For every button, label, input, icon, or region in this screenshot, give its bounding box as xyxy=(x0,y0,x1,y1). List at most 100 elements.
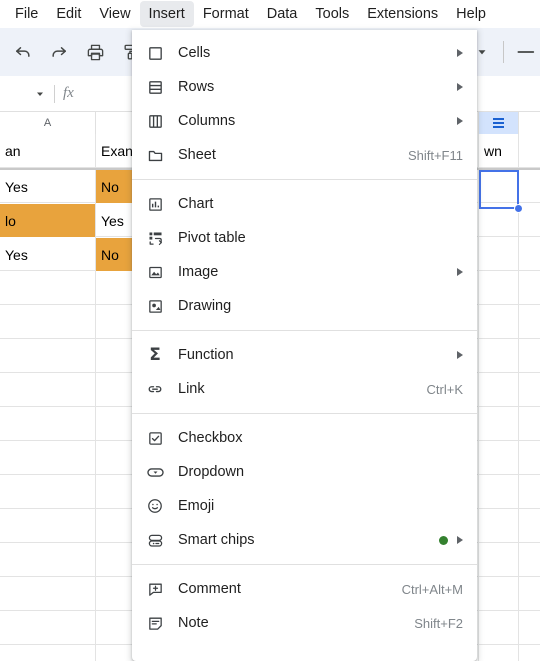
link-icon xyxy=(144,378,166,400)
menu-item-image[interactable]: Image xyxy=(132,255,477,289)
minus-icon[interactable] xyxy=(510,37,540,67)
menu-item-shortcut: Ctrl+K xyxy=(426,381,463,397)
menu-item-smart-chips[interactable]: Smart chips xyxy=(132,523,477,557)
menu-separator xyxy=(132,179,477,180)
toolbar-divider xyxy=(503,41,504,63)
column-header-a[interactable]: A xyxy=(0,112,96,134)
cell-b2[interactable]: No xyxy=(96,170,133,203)
menu-item-shortcut: Shift+F11 xyxy=(407,147,463,163)
cell-a1[interactable]: an xyxy=(0,134,95,167)
menu-item-emoji[interactable]: Emoji xyxy=(132,489,477,523)
menu-separator xyxy=(132,330,477,331)
note-icon xyxy=(144,612,166,634)
sheet-icon xyxy=(144,144,166,166)
menubar-item-help[interactable]: Help xyxy=(447,1,495,27)
print-icon[interactable] xyxy=(80,37,110,67)
chart-icon xyxy=(144,193,166,215)
menu-item-shortcut: Ctrl+Alt+M xyxy=(401,581,463,597)
column-header-c-selected[interactable] xyxy=(479,112,519,134)
cell-a3[interactable]: lo xyxy=(0,204,95,237)
column-header-d[interactable] xyxy=(519,112,540,134)
menubar-item-view[interactable]: View xyxy=(90,1,139,27)
submenu-arrow-icon[interactable] xyxy=(457,49,463,57)
menu-item-drawing[interactable]: Drawing xyxy=(132,289,477,323)
emoji-icon xyxy=(144,495,166,517)
menu-item-pivot-table[interactable]: Pivot table xyxy=(132,221,477,255)
menu-item-label: Cells xyxy=(178,45,211,61)
menu-item-label: Sheet xyxy=(178,147,216,163)
menu-item-comment[interactable]: Comment Ctrl+Alt+M xyxy=(132,572,477,606)
menu-item-function[interactable]: Σ Function xyxy=(132,338,477,372)
menubar-item-tools[interactable]: Tools xyxy=(306,1,358,27)
rows-icon xyxy=(144,76,166,98)
image-icon xyxy=(144,261,166,283)
comment-icon xyxy=(144,578,166,600)
spreadsheet-app-window: File Edit View Insert Format Data Tools … xyxy=(0,0,540,661)
submenu-arrow-icon[interactable] xyxy=(457,83,463,91)
menubar-item-extensions[interactable]: Extensions xyxy=(358,1,447,27)
menu-item-label: Comment xyxy=(178,581,241,597)
menu-item-label: Image xyxy=(178,264,219,280)
menubar-item-file[interactable]: File xyxy=(6,1,47,27)
menu-item-note[interactable]: Note Shift+F2 xyxy=(132,606,477,640)
cell-a4[interactable]: Yes xyxy=(0,238,95,271)
menu-item-label: Columns xyxy=(178,113,236,129)
submenu-arrow-icon[interactable] xyxy=(457,268,463,276)
menu-item-checkbox[interactable]: Checkbox xyxy=(132,421,477,455)
cell-c1[interactable]: wn xyxy=(479,134,518,167)
menu-item-cells[interactable]: Cells xyxy=(132,36,477,70)
menu-item-label: Note xyxy=(178,615,209,631)
smart-chips-icon xyxy=(144,529,166,551)
submenu-arrow-icon[interactable] xyxy=(457,351,463,359)
menu-bar: File Edit View Insert Format Data Tools … xyxy=(0,0,540,28)
formulabar-divider xyxy=(54,84,55,103)
cell-b3[interactable]: Yes xyxy=(96,204,133,237)
undo-icon[interactable] xyxy=(8,37,38,67)
pivot-table-icon xyxy=(144,227,166,249)
cell-selection-box xyxy=(479,170,519,209)
cells-icon xyxy=(144,42,166,64)
menu-item-rows[interactable]: Rows xyxy=(132,70,477,104)
name-box[interactable] xyxy=(0,82,52,106)
menu-item-shortcut: Shift+F2 xyxy=(414,615,463,631)
menubar-item-format[interactable]: Format xyxy=(194,1,258,27)
menu-item-label: Drawing xyxy=(178,298,232,314)
column-menu-icon[interactable] xyxy=(493,118,504,128)
fx-icon: fx xyxy=(63,85,74,101)
menu-separator xyxy=(132,413,477,414)
menu-item-columns[interactable]: Columns xyxy=(132,104,477,138)
menu-item-label: Link xyxy=(178,381,205,397)
menu-item-link[interactable]: Link Ctrl+K xyxy=(132,372,477,406)
grid-vline xyxy=(478,134,479,661)
columns-icon xyxy=(144,110,166,132)
menu-item-chart[interactable]: Chart xyxy=(132,187,477,221)
cell-b4[interactable]: No xyxy=(96,238,133,271)
new-feature-badge xyxy=(439,535,448,545)
grid-vline xyxy=(518,134,519,661)
menu-item-sheet[interactable]: Sheet Shift+F11 xyxy=(132,138,477,172)
menubar-item-insert[interactable]: Insert xyxy=(139,1,194,27)
menu-item-label: Smart chips xyxy=(178,532,255,548)
menu-item-label: Emoji xyxy=(178,498,215,514)
function-icon: Σ xyxy=(149,344,161,365)
menu-item-dropdown[interactable]: Dropdown xyxy=(132,455,477,489)
menu-separator xyxy=(132,564,477,565)
checkbox-icon xyxy=(144,427,166,449)
redo-icon[interactable] xyxy=(44,37,74,67)
menu-item-label: Rows xyxy=(178,79,215,95)
menu-item-label: Pivot table xyxy=(178,230,246,246)
menubar-item-data[interactable]: Data xyxy=(258,1,307,27)
menubar-item-edit[interactable]: Edit xyxy=(47,1,90,27)
drawing-icon xyxy=(144,295,166,317)
menu-item-label: Dropdown xyxy=(178,464,245,480)
submenu-arrow-icon[interactable] xyxy=(457,117,463,125)
menu-item-label: Checkbox xyxy=(178,430,243,446)
namebox-chevron-down-icon[interactable] xyxy=(34,88,46,100)
menu-item-label: Function xyxy=(178,347,234,363)
menu-item-label: Chart xyxy=(178,196,214,212)
insert-dropdown-menu[interactable]: Cells Rows Columns Sheet Shift+F11 Chart… xyxy=(132,30,477,661)
cell-a2[interactable]: Yes xyxy=(0,170,95,203)
dropdown-icon xyxy=(144,461,166,483)
submenu-arrow-icon[interactable] xyxy=(457,536,463,544)
fill-handle[interactable] xyxy=(514,204,523,213)
